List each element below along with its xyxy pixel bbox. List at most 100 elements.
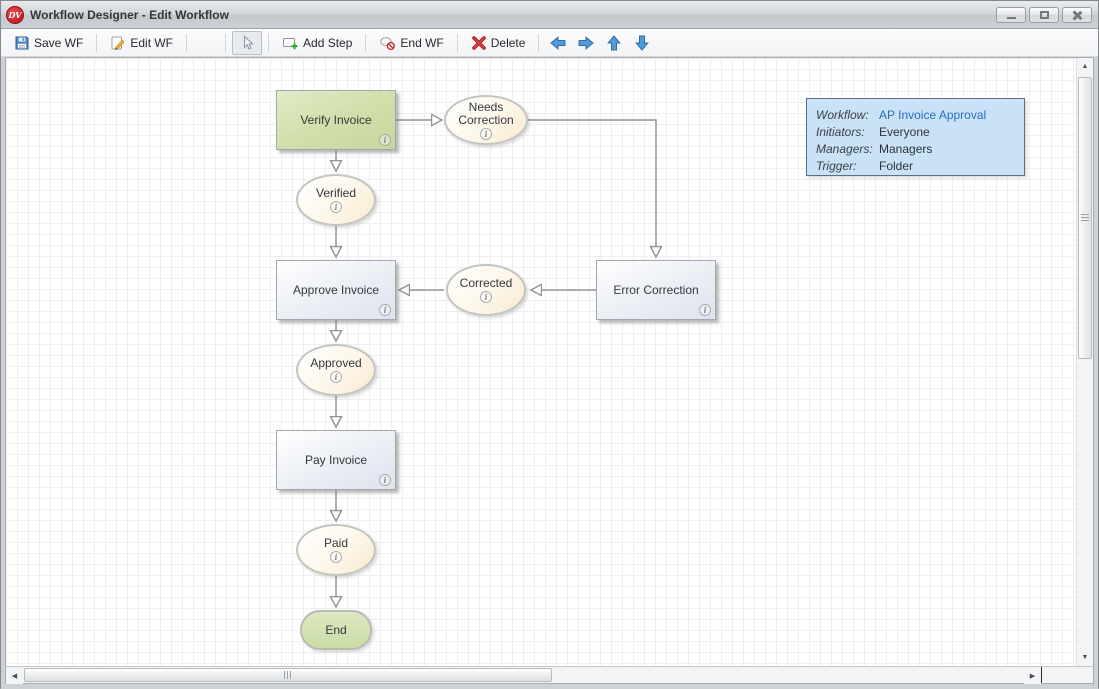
designer-main: Verify Invoice i Needs Correction i Veri… <box>5 57 1094 666</box>
scroll-down-button[interactable]: ▼ <box>1077 649 1093 666</box>
node-label: End <box>325 623 346 637</box>
node-label: Approved <box>310 357 361 370</box>
vertical-scrollbar[interactable]: ▲ ▼ <box>1076 58 1093 666</box>
delete-label: Delete <box>491 36 526 50</box>
info-row-initiators: Initiators: Everyone <box>816 123 1015 140</box>
info-icon[interactable]: i <box>379 134 391 146</box>
node-pay-invoice[interactable]: Pay Invoice i <box>276 430 396 490</box>
horizontal-scroll-thumb[interactable] <box>24 668 552 682</box>
minimize-icon <box>1007 17 1016 19</box>
thumb-grip-icon <box>284 671 292 679</box>
window-frame-bottom <box>1 684 1098 689</box>
node-end[interactable]: End <box>300 610 372 650</box>
scroll-right-icon: ▶ <box>1030 672 1035 680</box>
toolbar: Save WF Edit WF Add Step <box>1 29 1098 57</box>
info-icon[interactable]: i <box>330 201 342 213</box>
add-step-label: Add Step <box>303 36 352 50</box>
info-label: Workflow: <box>816 108 879 122</box>
arrow-up-icon <box>606 35 622 51</box>
node-label: Verify Invoice <box>300 113 371 127</box>
node-label: Pay Invoice <box>305 453 367 467</box>
node-label: Approve Invoice <box>293 283 379 297</box>
thumb-grip-icon <box>1081 214 1089 222</box>
node-approve-invoice[interactable]: Approve Invoice i <box>276 260 396 320</box>
vertical-scroll-thumb[interactable] <box>1078 77 1092 359</box>
node-label: Error Correction <box>613 283 698 297</box>
move-up-button[interactable] <box>601 31 627 55</box>
info-icon[interactable]: i <box>330 371 342 383</box>
info-icon[interactable]: i <box>480 128 492 140</box>
vertical-scroll-track[interactable] <box>1077 75 1093 649</box>
title-bar[interactable]: DV Workflow Designer - Edit Workflow <box>1 1 1098 29</box>
scroll-up-button[interactable]: ▲ <box>1077 58 1093 75</box>
save-wf-button[interactable]: Save WF <box>7 31 90 55</box>
close-icon <box>1072 10 1082 20</box>
move-down-button[interactable] <box>629 31 655 55</box>
node-label: Paid <box>324 537 348 550</box>
toolbar-separator <box>538 34 539 52</box>
horizontal-scroll-track[interactable] <box>23 667 1024 683</box>
scroll-down-icon: ▼ <box>1082 654 1089 661</box>
arrow-left-icon <box>550 35 566 51</box>
info-value: Folder <box>879 159 913 173</box>
workflow-info-panel: Workflow: AP Invoice Approval Initiators… <box>806 98 1025 176</box>
end-wf-button[interactable]: End WF <box>372 31 450 55</box>
toolbar-separator <box>365 34 366 52</box>
move-right-button[interactable] <box>573 31 599 55</box>
app-logo-icon: DV <box>6 6 24 24</box>
pointer-tool-button[interactable] <box>232 31 262 55</box>
toolbar-separator <box>457 34 458 52</box>
node-approved[interactable]: Approved i <box>296 344 376 396</box>
info-value: Managers <box>879 142 932 156</box>
node-verify-invoice[interactable]: Verify Invoice i <box>276 90 396 150</box>
save-wf-label: Save WF <box>34 36 83 50</box>
node-label: Verified <box>316 187 356 200</box>
horizontal-scrollbar[interactable]: ◀ ▶ <box>5 666 1094 684</box>
scroll-left-icon: ◀ <box>12 672 17 680</box>
red-x-icon <box>471 35 487 51</box>
info-label: Initiators: <box>816 125 879 139</box>
info-row-managers: Managers: Managers <box>816 140 1015 157</box>
pencil-document-icon <box>110 35 126 51</box>
add-step-button[interactable]: Add Step <box>275 31 359 55</box>
maximize-icon <box>1040 11 1049 19</box>
scroll-left-button[interactable]: ◀ <box>6 667 23 684</box>
arrow-right-icon <box>578 35 594 51</box>
workflow-name-link[interactable]: AP Invoice Approval <box>879 108 986 122</box>
node-corrected[interactable]: Corrected i <box>446 264 526 316</box>
move-left-button[interactable] <box>545 31 571 55</box>
close-button[interactable] <box>1062 7 1092 23</box>
toolbar-separator <box>268 34 269 52</box>
workflow-canvas[interactable]: Verify Invoice i Needs Correction i Veri… <box>6 58 1076 666</box>
toolbar-separator <box>225 34 226 52</box>
node-error-correction[interactable]: Error Correction i <box>596 260 716 320</box>
node-verified[interactable]: Verified i <box>296 174 376 226</box>
window-title: Workflow Designer - Edit Workflow <box>30 8 996 22</box>
info-value: Everyone <box>879 125 930 139</box>
toolbar-separator <box>96 34 97 52</box>
node-paid[interactable]: Paid i <box>296 524 376 576</box>
end-wf-label: End WF <box>400 36 443 50</box>
node-label: Corrected <box>460 277 513 290</box>
info-label: Trigger: <box>816 159 879 173</box>
edit-wf-label: Edit WF <box>130 36 173 50</box>
node-label: Needs Correction <box>446 101 526 127</box>
edit-wf-button[interactable]: Edit WF <box>103 31 180 55</box>
delete-button[interactable]: Delete <box>464 31 533 55</box>
info-icon[interactable]: i <box>330 551 342 563</box>
minimize-button[interactable] <box>996 7 1026 23</box>
info-icon[interactable]: i <box>379 474 391 486</box>
workflow-designer-window: DV Workflow Designer - Edit Workflow Sav… <box>0 0 1099 688</box>
scroll-right-button[interactable]: ▶ <box>1024 667 1041 684</box>
maximize-button[interactable] <box>1029 7 1059 23</box>
selection-arrow-icon <box>239 35 255 51</box>
info-icon[interactable]: i <box>480 291 492 303</box>
arrow-down-icon <box>634 35 650 51</box>
node-needs-correction[interactable]: Needs Correction i <box>444 95 528 145</box>
info-icon[interactable]: i <box>699 304 711 316</box>
info-icon[interactable]: i <box>379 304 391 316</box>
scroll-up-icon: ▲ <box>1082 63 1089 70</box>
info-label: Managers: <box>816 142 879 156</box>
toolbar-separator <box>186 34 187 52</box>
connector <box>528 120 656 257</box>
